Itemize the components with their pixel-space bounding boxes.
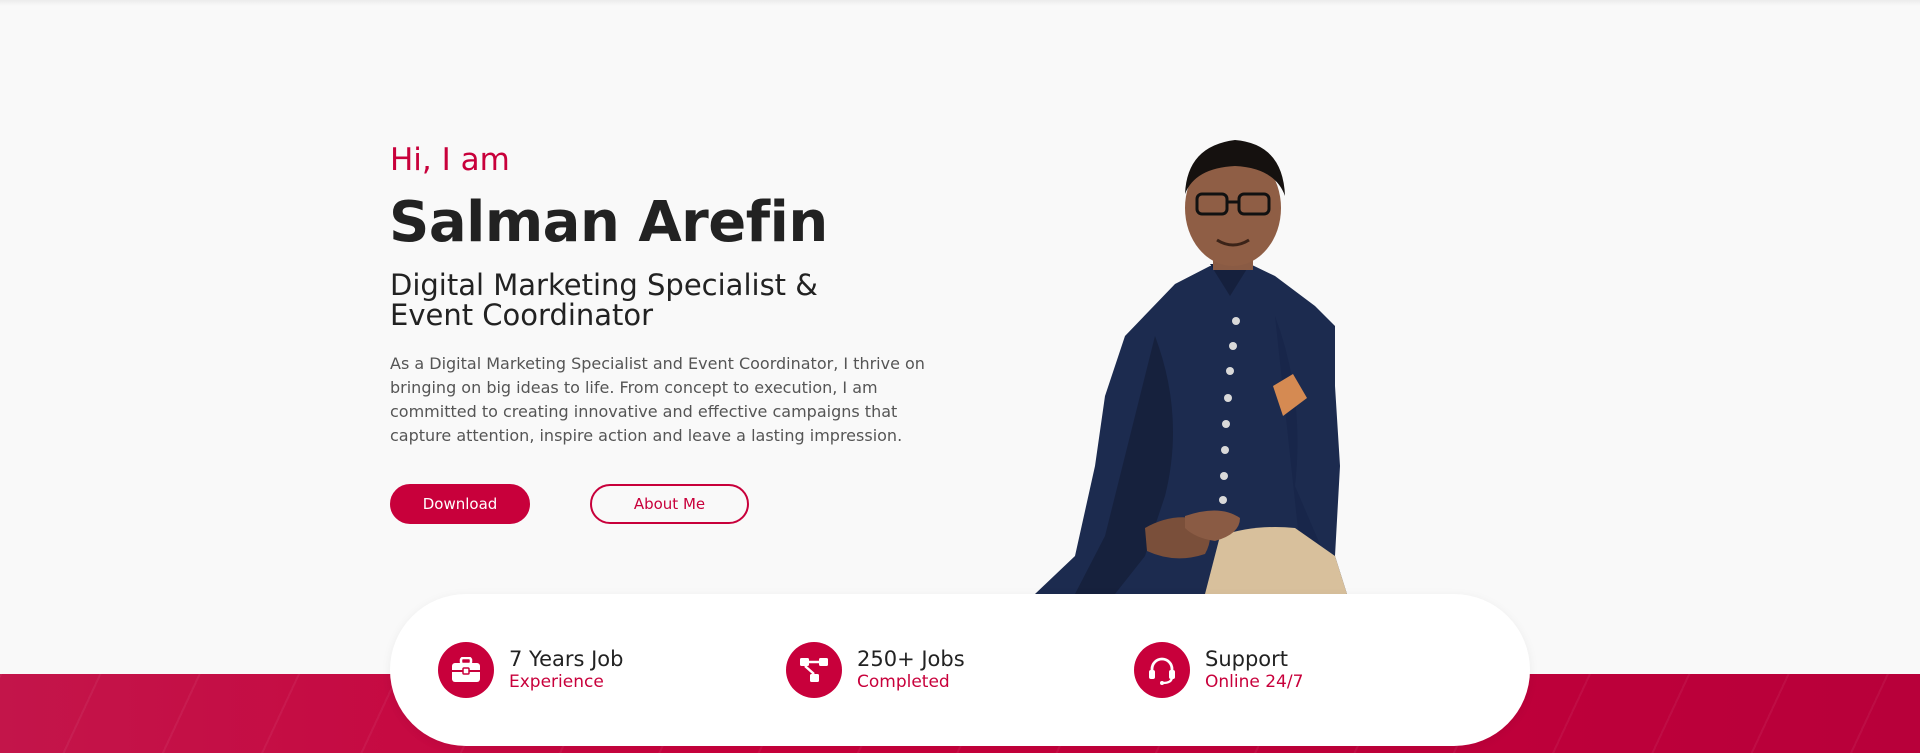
bio-paragraph: As a Digital Marketing Specialist and Ev… [390, 354, 925, 445]
profile-photo [1035, 140, 1347, 594]
stat-support: Support Online 24/7 [1134, 642, 1303, 698]
stat-subtitle: Online 24/7 [1205, 672, 1304, 692]
stat-title: 250+ Jobs [857, 647, 965, 671]
briefcase-icon [438, 642, 494, 698]
job-title-line-1: Digital Marketing Specialist & [390, 268, 818, 302]
greeting: Hi, I am [390, 142, 510, 178]
about-me-button[interactable]: About Me [590, 484, 749, 524]
workflow-icon [786, 642, 842, 698]
stat-title: 7 Years Job [509, 647, 624, 671]
download-button[interactable]: Download [390, 484, 530, 524]
stat-title: Support [1205, 647, 1289, 671]
stat-experience: 7 Years Job Experience [438, 642, 624, 698]
stat-subtitle: Completed [857, 672, 950, 692]
job-title-line-2: Event Coordinator [390, 298, 654, 332]
stats-card: 7 Years Job Experience 250+ Jobs Complet… [390, 594, 1530, 746]
stat-jobs: 250+ Jobs Completed [786, 642, 965, 698]
job-title: Digital Marketing Specialist & Event Coo… [390, 270, 910, 330]
headset-icon [1134, 642, 1190, 698]
stat-subtitle: Experience [509, 672, 604, 692]
person-name: Salman Arefin [389, 190, 828, 255]
